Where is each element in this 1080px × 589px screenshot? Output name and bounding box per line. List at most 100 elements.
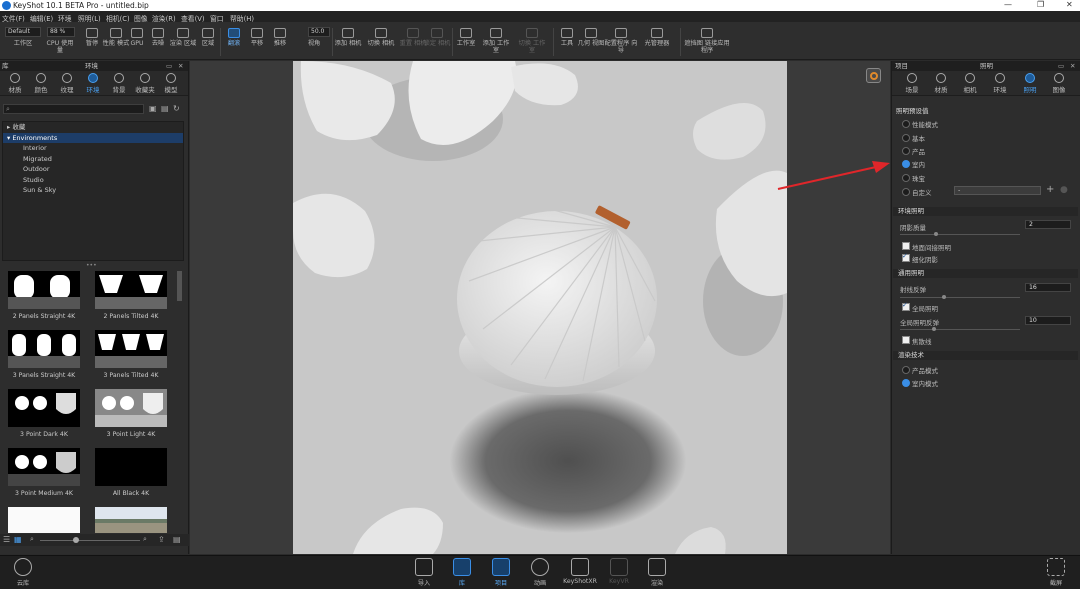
preset-dropdown[interactable]: Default (5, 27, 41, 37)
render-settings-icon[interactable] (866, 68, 881, 83)
thumb-all-black[interactable] (95, 448, 167, 486)
shadow-quality-field[interactable]: 2 (1025, 220, 1071, 229)
tab-lighting[interactable]: 照明 (1018, 73, 1042, 94)
tab-camera[interactable]: 相机 (958, 73, 982, 94)
zoom-out-icon[interactable]: ⌕ (30, 535, 34, 544)
shadow-quality-slider[interactable] (900, 234, 1020, 235)
panel-close-icon[interactable]: ✕ (1070, 61, 1075, 71)
tab-favorites[interactable]: 收藏夹 (133, 73, 157, 94)
thumbnail-scrollbar[interactable] (177, 271, 182, 301)
preset-jewelry-radio[interactable]: 珠宝 (902, 173, 925, 183)
ground-indirect-checkbox[interactable]: 地面间接照明 (902, 242, 951, 252)
panel-close-icon[interactable]: ✕ (178, 61, 183, 71)
lock-camera-button[interactable]: 锁定 相机 (421, 25, 453, 59)
list-view-icon[interactable]: ☰ (3, 535, 10, 544)
library-button[interactable]: 库 (448, 558, 476, 587)
gi-bounces-slider[interactable] (900, 329, 1020, 330)
add-camera-button[interactable]: 添加 相机 (332, 25, 364, 59)
tab-models[interactable]: 模型 (159, 73, 183, 94)
thumbnail-size-slider[interactable] (40, 540, 140, 541)
undock-icon[interactable]: ▭ (1058, 61, 1064, 71)
thumb-outdoor[interactable] (95, 507, 167, 533)
render-viewport[interactable] (190, 61, 890, 554)
screenshot-button[interactable]: 截屏 (1042, 558, 1070, 587)
tree-item-outdoor[interactable]: Outdoor (3, 164, 183, 175)
tree-item-environments[interactable]: ▾ Environments (3, 132, 183, 143)
import-button[interactable]: 导入 (410, 558, 438, 587)
grid-view-icon[interactable]: ▦ (14, 535, 22, 544)
tree-item-interior[interactable]: Interior (3, 143, 183, 154)
delete-preset-icon[interactable]: ● (1060, 185, 1068, 195)
shadow-quality-slider-knob[interactable] (934, 232, 938, 236)
tab-material[interactable]: 材质 (929, 73, 953, 94)
gi-bounces-slider-knob[interactable] (931, 327, 936, 331)
occlusion-link-button[interactable]: 遮挡图 链接应用程序 (683, 25, 731, 59)
global-illumination-checkbox[interactable]: 全局照明 (902, 301, 938, 313)
thumb-3-point-light[interactable] (95, 389, 167, 427)
env-lighting-section[interactable]: 环境照明 (893, 207, 1078, 216)
caustics-checkbox[interactable]: 焦散线 (902, 336, 932, 346)
preset-interior-radio[interactable]: 室内 (902, 159, 925, 169)
render-button[interactable]: 渲染 (643, 558, 671, 587)
tab-environments[interactable]: 环境 (81, 73, 105, 94)
configurator-wizard-button[interactable]: 配置程序 向导 (603, 25, 639, 59)
gi-bounces-field[interactable]: 10 (1025, 316, 1071, 325)
tab-colors[interactable]: 颜色 (29, 73, 53, 94)
studio-button[interactable]: 工作室 (450, 25, 482, 59)
slider-knob[interactable] (73, 537, 79, 543)
ray-bounces-slider[interactable] (900, 297, 1020, 298)
zoom-dropdown[interactable]: 88 % (47, 27, 75, 37)
fov-field[interactable]: 50.0 (308, 27, 330, 37)
library-search-input[interactable]: ⌕ (3, 104, 144, 114)
thumb-3-panels-straight[interactable] (8, 330, 80, 368)
tab-backplates[interactable]: 背景 (107, 73, 131, 94)
fine-shadows-checkbox[interactable]: 细化阴影 (902, 252, 938, 264)
interior-mode-radio[interactable]: 室内模式 (902, 378, 938, 388)
workspace-button[interactable]: 工作区 (7, 40, 39, 58)
dolly-button[interactable]: 推移 (264, 25, 296, 59)
render-technique-section[interactable]: 渲染技术 (893, 351, 1078, 360)
minimize-button[interactable]: — (1004, 0, 1012, 9)
scene-render[interactable] (293, 61, 787, 554)
switch-studio-button[interactable]: 切换 工作室 (516, 25, 548, 59)
ray-bounces-field[interactable]: 16 (1025, 283, 1071, 292)
preset-performance-radio[interactable]: 性能模式 (902, 119, 938, 129)
switch-camera-button[interactable]: 切换 相机 (365, 25, 397, 59)
tab-materials[interactable]: 材质 (3, 73, 27, 94)
product-mode-radio[interactable]: 产品模式 (902, 365, 938, 375)
upload-icon[interactable]: ⇪ (158, 535, 165, 544)
tree-item-migrated[interactable]: Migrated (3, 154, 183, 165)
keyvr-button[interactable]: KeyVR (605, 558, 633, 585)
folder-icon[interactable]: ▤ (161, 104, 169, 113)
animation-button[interactable]: 动画 (526, 558, 554, 587)
ray-bounces-slider-knob[interactable] (942, 295, 947, 299)
light-manager-button[interactable]: 光管理器 (640, 25, 674, 59)
folder-open-icon[interactable]: ▤ (173, 535, 181, 544)
preset-custom-radio[interactable]: 自定义 (902, 187, 932, 197)
add-studio-button[interactable]: 添加 工作室 (480, 25, 512, 59)
zoom-in-icon[interactable]: ⌕ (143, 535, 147, 544)
tab-textures[interactable]: 纹理 (55, 73, 79, 94)
preset-product-radio[interactable]: 产品 (902, 146, 925, 156)
general-lighting-section[interactable]: 通用照明 (893, 269, 1078, 278)
cloud-library-button[interactable]: 云库 (9, 558, 37, 587)
close-button[interactable]: ✕ (1066, 0, 1073, 9)
tree-item-studio[interactable]: Studio (3, 175, 183, 186)
tab-image[interactable]: 图像 (1047, 73, 1071, 94)
tab-scene[interactable]: 场景 (900, 73, 924, 94)
thumb-white[interactable] (8, 507, 80, 533)
perspective-button[interactable]: 视角 (298, 40, 330, 58)
tab-environment[interactable]: 环境 (988, 73, 1012, 94)
thumb-3-point-dark[interactable] (8, 389, 80, 427)
maximize-button[interactable]: ❐ (1037, 0, 1044, 9)
project-button[interactable]: 项目 (487, 558, 515, 587)
cpu-usage-button[interactable]: CPU 使用量 (44, 40, 76, 58)
thumb-3-point-medium[interactable] (8, 448, 80, 486)
preset-basic-radio[interactable]: 基本 (902, 133, 925, 143)
thumb-2-panels-tilted[interactable] (95, 271, 167, 309)
tree-item-favorites[interactable]: ▸ 收藏 (3, 122, 183, 133)
custom-preset-dropdown[interactable]: - (954, 186, 1041, 195)
thumb-2-panels-straight[interactable] (8, 271, 80, 309)
refresh-icon[interactable]: ↻ (173, 104, 180, 113)
add-preset-icon[interactable]: + (1046, 184, 1054, 195)
